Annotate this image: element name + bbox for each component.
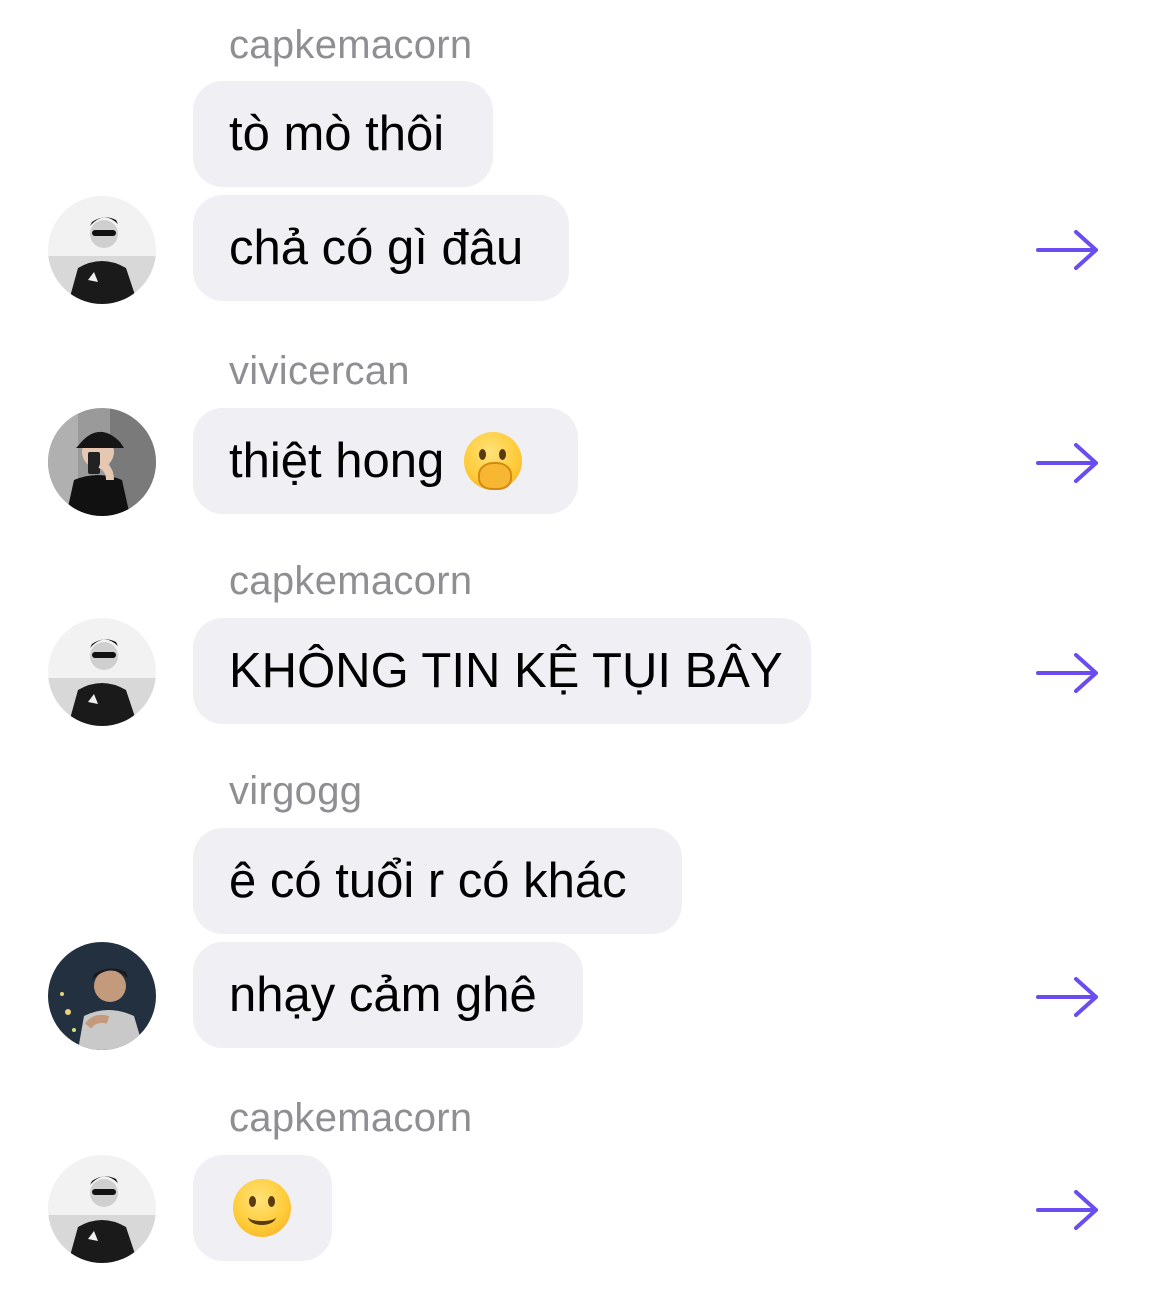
message-bubble[interactable]: chả có gì đâu bbox=[193, 195, 569, 301]
avatar[interactable] bbox=[48, 942, 156, 1050]
sender-name: virgogg bbox=[229, 769, 363, 813]
avatar-photo-vivicercan bbox=[48, 408, 156, 516]
message-text: nhạy cảm ghê bbox=[229, 968, 537, 1022]
forward-arrow-icon[interactable] bbox=[1036, 228, 1100, 272]
avatar-photo-virgogg bbox=[48, 942, 156, 1050]
avatar[interactable] bbox=[48, 196, 156, 304]
forward-arrow-icon[interactable] bbox=[1036, 441, 1100, 485]
face-with-hand-over-mouth-emoji bbox=[464, 432, 523, 490]
avatar[interactable] bbox=[48, 408, 156, 516]
message-bubble[interactable]: nhạy cảm ghê bbox=[193, 942, 583, 1048]
forward-arrow-icon[interactable] bbox=[1036, 651, 1100, 695]
forward-arrow-icon[interactable] bbox=[1036, 975, 1100, 1019]
avatar[interactable] bbox=[48, 618, 156, 726]
avatar-photo-capkemacorn bbox=[48, 1155, 156, 1263]
sender-name: capkemacorn bbox=[229, 23, 473, 67]
sender-name: vivicercan bbox=[229, 349, 410, 393]
avatar-photo-capkemacorn bbox=[48, 196, 156, 304]
message-text: chả có gì đâu bbox=[229, 221, 524, 275]
sender-name: capkemacorn bbox=[229, 559, 473, 603]
message-text: thiệt hong bbox=[229, 434, 445, 488]
message-text: ê có tuổi r có khác bbox=[229, 854, 627, 908]
forward-arrow-icon[interactable] bbox=[1036, 1188, 1100, 1232]
avatar[interactable] bbox=[48, 1155, 156, 1263]
slightly-smiling-face-emoji bbox=[233, 1179, 291, 1237]
avatar-photo-capkemacorn bbox=[48, 618, 156, 726]
message-bubble[interactable]: ê có tuổi r có khác bbox=[193, 828, 682, 934]
message-bubble[interactable]: thiệt hong bbox=[193, 408, 578, 514]
message-bubble[interactable]: KHÔNG TIN KỆ TỤI BÂY bbox=[193, 618, 811, 724]
message-text: tò mò thôi bbox=[229, 107, 445, 161]
sender-name: capkemacorn bbox=[229, 1096, 473, 1140]
message-bubble[interactable] bbox=[193, 1155, 332, 1261]
message-bubble[interactable]: tò mò thôi bbox=[193, 81, 493, 187]
message-text: KHÔNG TIN KỆ TỤI BÂY bbox=[229, 644, 783, 698]
